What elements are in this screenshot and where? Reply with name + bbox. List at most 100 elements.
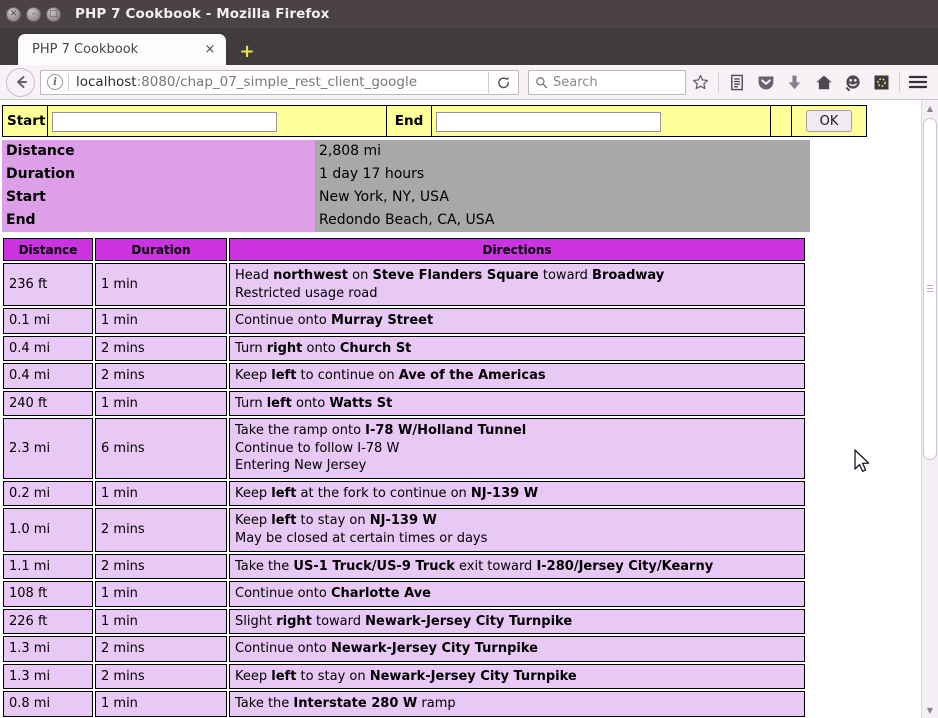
search-bar[interactable]: Search — [528, 70, 686, 95]
direction-text: Continue onto — [235, 641, 331, 656]
minimize-button[interactable]: – — [26, 7, 41, 22]
home-button[interactable] — [809, 69, 838, 96]
directions-table: Distance Duration Directions 236 ft1 min… — [1, 236, 807, 718]
table-row: 240 ft1 minTurn left onto Watts St — [3, 391, 805, 417]
cell-duration: 1 min — [95, 609, 227, 635]
direction-emphasis: Church St — [340, 341, 412, 356]
cell-distance: 1.1 mi — [3, 554, 93, 580]
table-row: 1.0 mi2 minsKeep left to stay on NJ-139 … — [3, 508, 805, 551]
cell-directions: Keep left to stay on Newark-Jersey City … — [229, 664, 805, 690]
browser-tab[interactable]: PHP 7 Cookbook × — [18, 34, 226, 65]
direction-emphasis: Charlotte Ave — [331, 586, 431, 601]
direction-emphasis: Watts St — [329, 396, 392, 411]
direction-text: at the fork to continue on — [296, 486, 471, 501]
scrollbar-grip-icon — [927, 285, 933, 293]
cell-directions: Continue onto Charlotte Ave — [229, 581, 805, 607]
end-input[interactable] — [436, 112, 661, 132]
cell-duration: 2 mins — [95, 664, 227, 690]
scroll-up-arrow-icon[interactable]: ▲ — [922, 100, 938, 116]
downloads-button[interactable] — [780, 69, 809, 96]
end-label: End — [387, 106, 432, 137]
direction-text: Keep — [235, 486, 271, 501]
tab-label: PHP 7 Cookbook — [32, 42, 202, 57]
maximize-button[interactable]: □ — [46, 7, 61, 22]
page-content: Start End Distance2,808 miDuration1 day … — [0, 100, 921, 718]
tab-close-icon[interactable]: × — [202, 42, 218, 58]
extension-button[interactable] — [867, 69, 896, 96]
cell-duration: 2 mins — [95, 363, 227, 389]
cell-duration: 2 mins — [95, 554, 227, 580]
route-form: Start End — [2, 105, 867, 137]
url-path: :8080/chap_07_simple_rest_client_google — [137, 74, 417, 90]
direction-text: to continue on — [296, 368, 398, 383]
summary-row: Duration1 day 17 hours — [2, 163, 810, 186]
direction-text: Continue onto — [235, 313, 331, 328]
direction-emphasis: left — [271, 513, 296, 528]
close-button[interactable]: ✕ — [6, 7, 21, 22]
header-directions: Directions — [229, 238, 805, 261]
window-controls: ✕ – □ — [6, 7, 61, 22]
direction-emphasis: Ave of the Americas — [399, 368, 546, 383]
table-row: 1.3 mi2 mins Keep left to stay on Newark-… — [3, 664, 805, 690]
window-title: PHP 7 Cookbook - Mozilla Firefox — [75, 6, 330, 22]
vertical-scrollbar[interactable]: ▲ ▼ — [921, 100, 938, 718]
directions-header-row: Distance Duration Directions — [3, 238, 805, 261]
navigation-toolbar: i localhost:8080/chap_07_simple_rest_cli… — [0, 65, 938, 100]
direction-text: Slight — [235, 614, 276, 629]
reload-icon[interactable] — [489, 71, 518, 94]
direction-emphasis: I-78 W/Holland Tunnel — [365, 423, 526, 438]
direction-emphasis: left — [271, 486, 296, 501]
direction-text: to stay on — [296, 513, 369, 528]
new-tab-icon[interactable]: + — [236, 39, 258, 65]
home-icon — [815, 74, 833, 91]
form-spacer — [771, 106, 792, 137]
site-info-icon[interactable]: i — [47, 74, 63, 90]
direction-line: Head northwest on Steve Flanders Square … — [235, 267, 799, 285]
direction-text: Keep — [235, 513, 271, 528]
back-arrow-icon — [13, 74, 29, 90]
directions-table-head: Distance Duration Directions — [3, 238, 805, 261]
search-icon — [535, 76, 548, 89]
start-input[interactable] — [52, 112, 277, 132]
table-row: 1.1 mi2 minsTake the US-1 Truck/US-9 Tru… — [3, 554, 805, 580]
cell-distance: 2.3 mi — [3, 418, 93, 479]
direction-line: Take the Interstate 280 W ramp — [235, 695, 799, 713]
address-bar[interactable]: i localhost:8080/chap_07_simple_rest_cli… — [40, 70, 519, 95]
direction-emphasis: northwest — [273, 268, 348, 283]
hamburger-menu-icon — [908, 74, 928, 90]
back-button[interactable] — [6, 68, 35, 97]
cell-distance: 1.3 mi — [3, 636, 93, 662]
direction-line: Keep left to stay on Newark-Jersey City … — [235, 668, 799, 686]
summary-value: Redondo Beach, CA, USA — [315, 209, 810, 232]
cell-distance: 0.4 mi — [3, 363, 93, 389]
direction-text: Entering New Jersey — [235, 458, 366, 473]
sync-account-button[interactable] — [838, 69, 867, 96]
scroll-down-arrow-icon[interactable]: ▼ — [922, 702, 938, 718]
direction-line: Continue onto Charlotte Ave — [235, 585, 799, 603]
menu-button[interactable] — [903, 69, 932, 96]
cell-distance: 1.3 mi — [3, 664, 93, 690]
direction-line: Keep left to stay on NJ-139 W — [235, 512, 799, 530]
direction-text: onto — [302, 341, 340, 356]
window-titlebar: ✕ – □ PHP 7 Cookbook - Mozilla Firefox — [0, 0, 938, 28]
cell-directions: Turn left onto Watts St — [229, 391, 805, 417]
direction-emphasis: right — [267, 341, 303, 356]
cell-directions: Turn right onto Church St — [229, 336, 805, 362]
bookmark-star-button[interactable] — [686, 69, 715, 96]
summary-key: End — [2, 209, 315, 232]
direction-emphasis: right — [276, 614, 312, 629]
cell-directions: Slight right toward Newark-Jersey City T… — [229, 609, 805, 635]
scrollbar-thumb[interactable] — [923, 118, 937, 460]
pocket-button[interactable] — [751, 69, 780, 96]
cell-duration: 2 mins — [95, 508, 227, 551]
direction-emphasis: Newark-Jersey City Turnpike — [365, 614, 572, 629]
direction-line: Continue to follow I-78 W — [235, 440, 799, 458]
direction-emphasis: NJ-139 W — [370, 513, 437, 528]
direction-line: May be closed at certain times or days — [235, 530, 799, 548]
library-button[interactable] — [722, 69, 751, 96]
direction-text: Keep — [235, 669, 271, 684]
toolbar-divider-2 — [899, 72, 900, 92]
ok-button[interactable] — [806, 110, 852, 132]
direction-text: exit toward — [455, 559, 537, 574]
direction-line: Slight right toward Newark-Jersey City T… — [235, 613, 799, 631]
